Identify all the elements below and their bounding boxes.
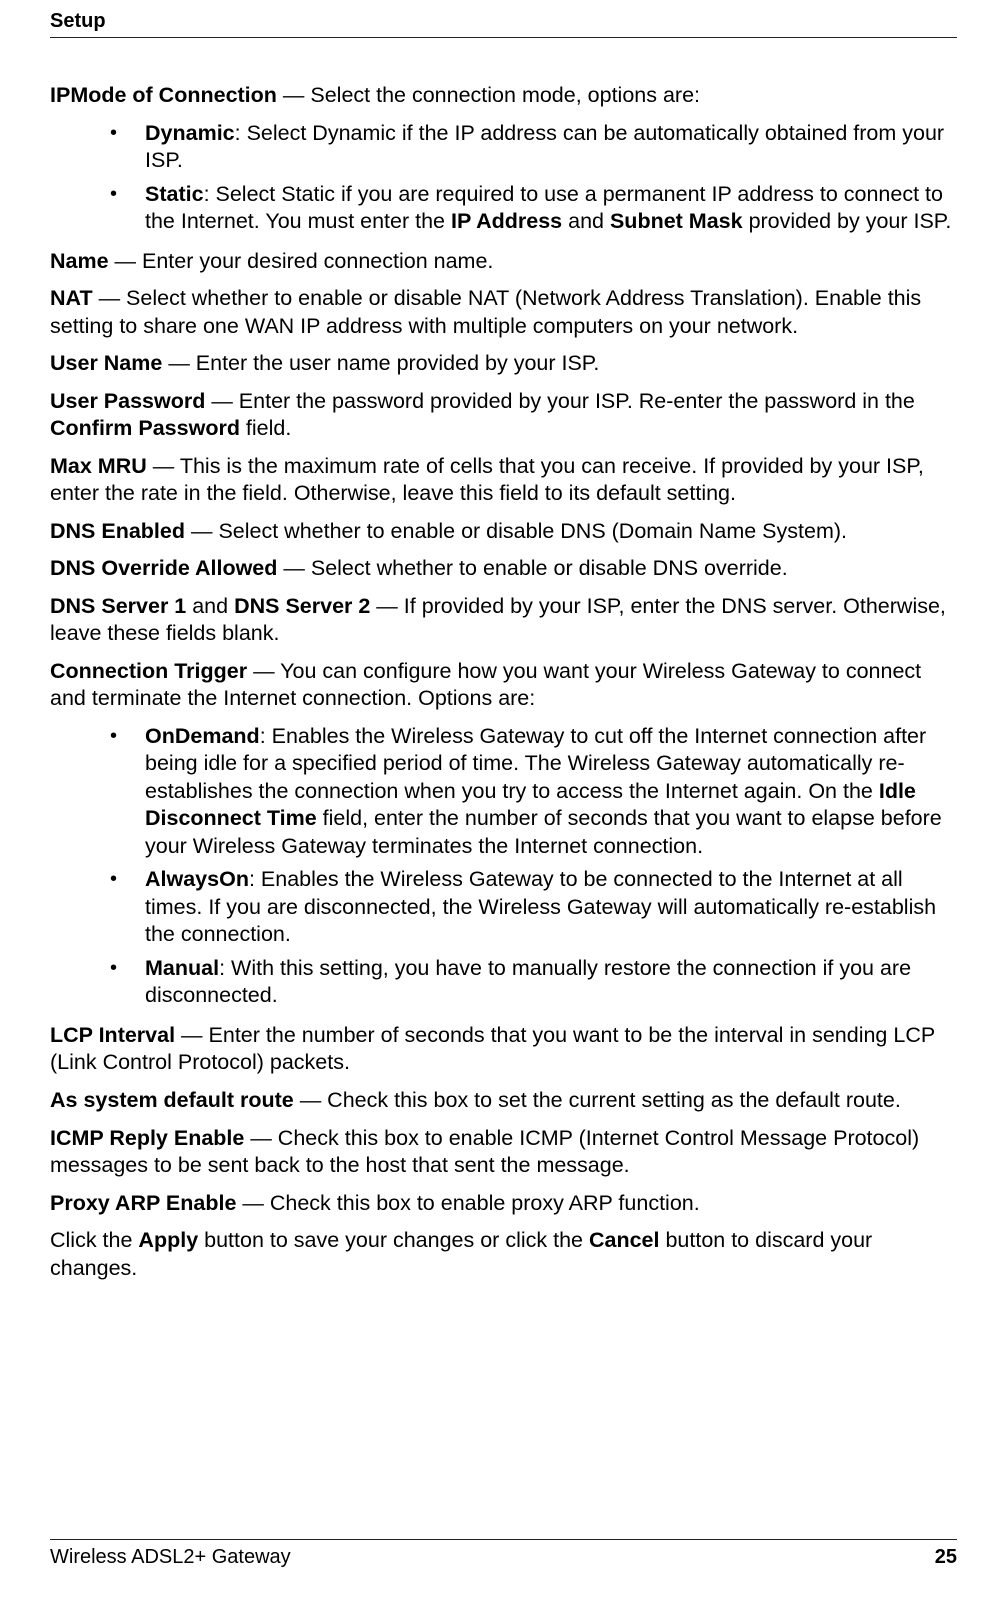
term-confirm-password: Confirm Password [50,416,240,440]
term-apply: Apply [138,1228,198,1252]
text-nat: — Select whether to enable or disable NA… [50,286,921,338]
list-item: AlwaysOn: Enables the Wireless Gateway t… [50,866,957,949]
list-item: Static: Select Static if you are require… [50,181,957,236]
list-trigger-options: OnDemand: Enables the Wireless Gateway t… [50,723,957,1010]
text-default-route: — Check this box to set the current sett… [294,1088,901,1112]
term-lcp-interval: LCP Interval [50,1023,175,1047]
term-dns-server-1: DNS Server 1 [50,594,186,618]
footer-product: Wireless ADSL2+ Gateway [50,1546,291,1569]
para-name: Name — Enter your desired connection nam… [50,248,957,276]
text-proxy-arp: — Check this box to enable proxy ARP fun… [236,1191,699,1215]
text-ondemand-1: : Enables the Wireless Gateway to cut of… [145,724,926,803]
term-username: User Name [50,351,162,375]
text-apply-2: button to save your changes or click the [198,1228,589,1252]
list-item: Dynamic: Select Dynamic if the IP addres… [50,120,957,175]
term-ondemand: OnDemand [145,724,260,748]
para-nat: NAT — Select whether to enable or disabl… [50,285,957,340]
text-lcp-interval: — Enter the number of seconds that you w… [50,1023,935,1075]
term-connection-trigger: Connection Trigger [50,659,247,683]
text-apply-1: Click the [50,1228,138,1252]
term-ipmode: IPMode of Connection [50,83,277,107]
para-username: User Name — Enter the user name provided… [50,350,957,378]
text-static-2: provided by your ISP. [743,209,952,233]
content-area: IPMode of Connection — Select the connec… [50,82,957,1282]
header-title: Setup [50,10,106,32]
text-dns-mid: and [186,594,234,618]
term-static: Static [145,182,204,206]
term-manual: Manual [145,956,219,980]
para-icmp-reply: ICMP Reply Enable — Check this box to en… [50,1125,957,1180]
term-dns-override: DNS Override Allowed [50,556,277,580]
text-username: — Enter the user name provided by your I… [162,351,599,375]
term-dns-server-2: DNS Server 2 [234,594,370,618]
term-icmp-reply: ICMP Reply Enable [50,1126,244,1150]
term-userpassword: User Password [50,389,205,413]
text-dynamic: : Select Dynamic if the IP address can b… [145,121,944,173]
para-ipmode: IPMode of Connection — Select the connec… [50,82,957,110]
para-default-route: As system default route — Check this box… [50,1087,957,1115]
term-proxy-arp: Proxy ARP Enable [50,1191,236,1215]
para-dns-servers: DNS Server 1 and DNS Server 2 — If provi… [50,593,957,648]
list-connection-modes: Dynamic: Select Dynamic if the IP addres… [50,120,957,236]
page-footer: Wireless ADSL2+ Gateway 25 [50,1539,957,1569]
text-userpassword-2: field. [240,416,291,440]
text-maxmru: — This is the maximum rate of cells that… [50,454,924,506]
term-ip-address: IP Address [451,209,562,233]
para-dns-override: DNS Override Allowed — Select whether to… [50,555,957,583]
page-header: Setup [50,10,957,38]
footer-page-number: 25 [935,1546,957,1569]
term-maxmru: Max MRU [50,454,147,478]
para-maxmru: Max MRU — This is the maximum rate of ce… [50,453,957,508]
term-default-route: As system default route [50,1088,294,1112]
text-name: — Enter your desired connection name. [109,249,494,273]
text-dns-override: — Select whether to enable or disable DN… [277,556,787,580]
term-name: Name [50,249,109,273]
para-proxy-arp: Proxy ARP Enable — Check this box to ena… [50,1190,957,1218]
para-connection-trigger: Connection Trigger — You can configure h… [50,658,957,713]
text-ipmode: — Select the connection mode, options ar… [277,83,700,107]
text-dns-enabled: — Select whether to enable or disable DN… [185,519,847,543]
text-static-mid: and [562,209,610,233]
term-cancel: Cancel [589,1228,660,1252]
term-nat: NAT [50,286,93,310]
text-manual: : With this setting, you have to manuall… [145,956,911,1008]
para-dns-enabled: DNS Enabled — Select whether to enable o… [50,518,957,546]
para-lcp-interval: LCP Interval — Enter the number of secon… [50,1022,957,1077]
para-apply-cancel: Click the Apply button to save your chan… [50,1227,957,1282]
text-alwayson: : Enables the Wireless Gateway to be con… [145,867,936,946]
term-dns-enabled: DNS Enabled [50,519,185,543]
list-item: OnDemand: Enables the Wireless Gateway t… [50,723,957,861]
text-userpassword-1: — Enter the password provided by your IS… [205,389,914,413]
term-alwayson: AlwaysOn [145,867,249,891]
term-dynamic: Dynamic [145,121,235,145]
term-subnet-mask: Subnet Mask [610,209,743,233]
list-item: Manual: With this setting, you have to m… [50,955,957,1010]
para-userpassword: User Password — Enter the password provi… [50,388,957,443]
